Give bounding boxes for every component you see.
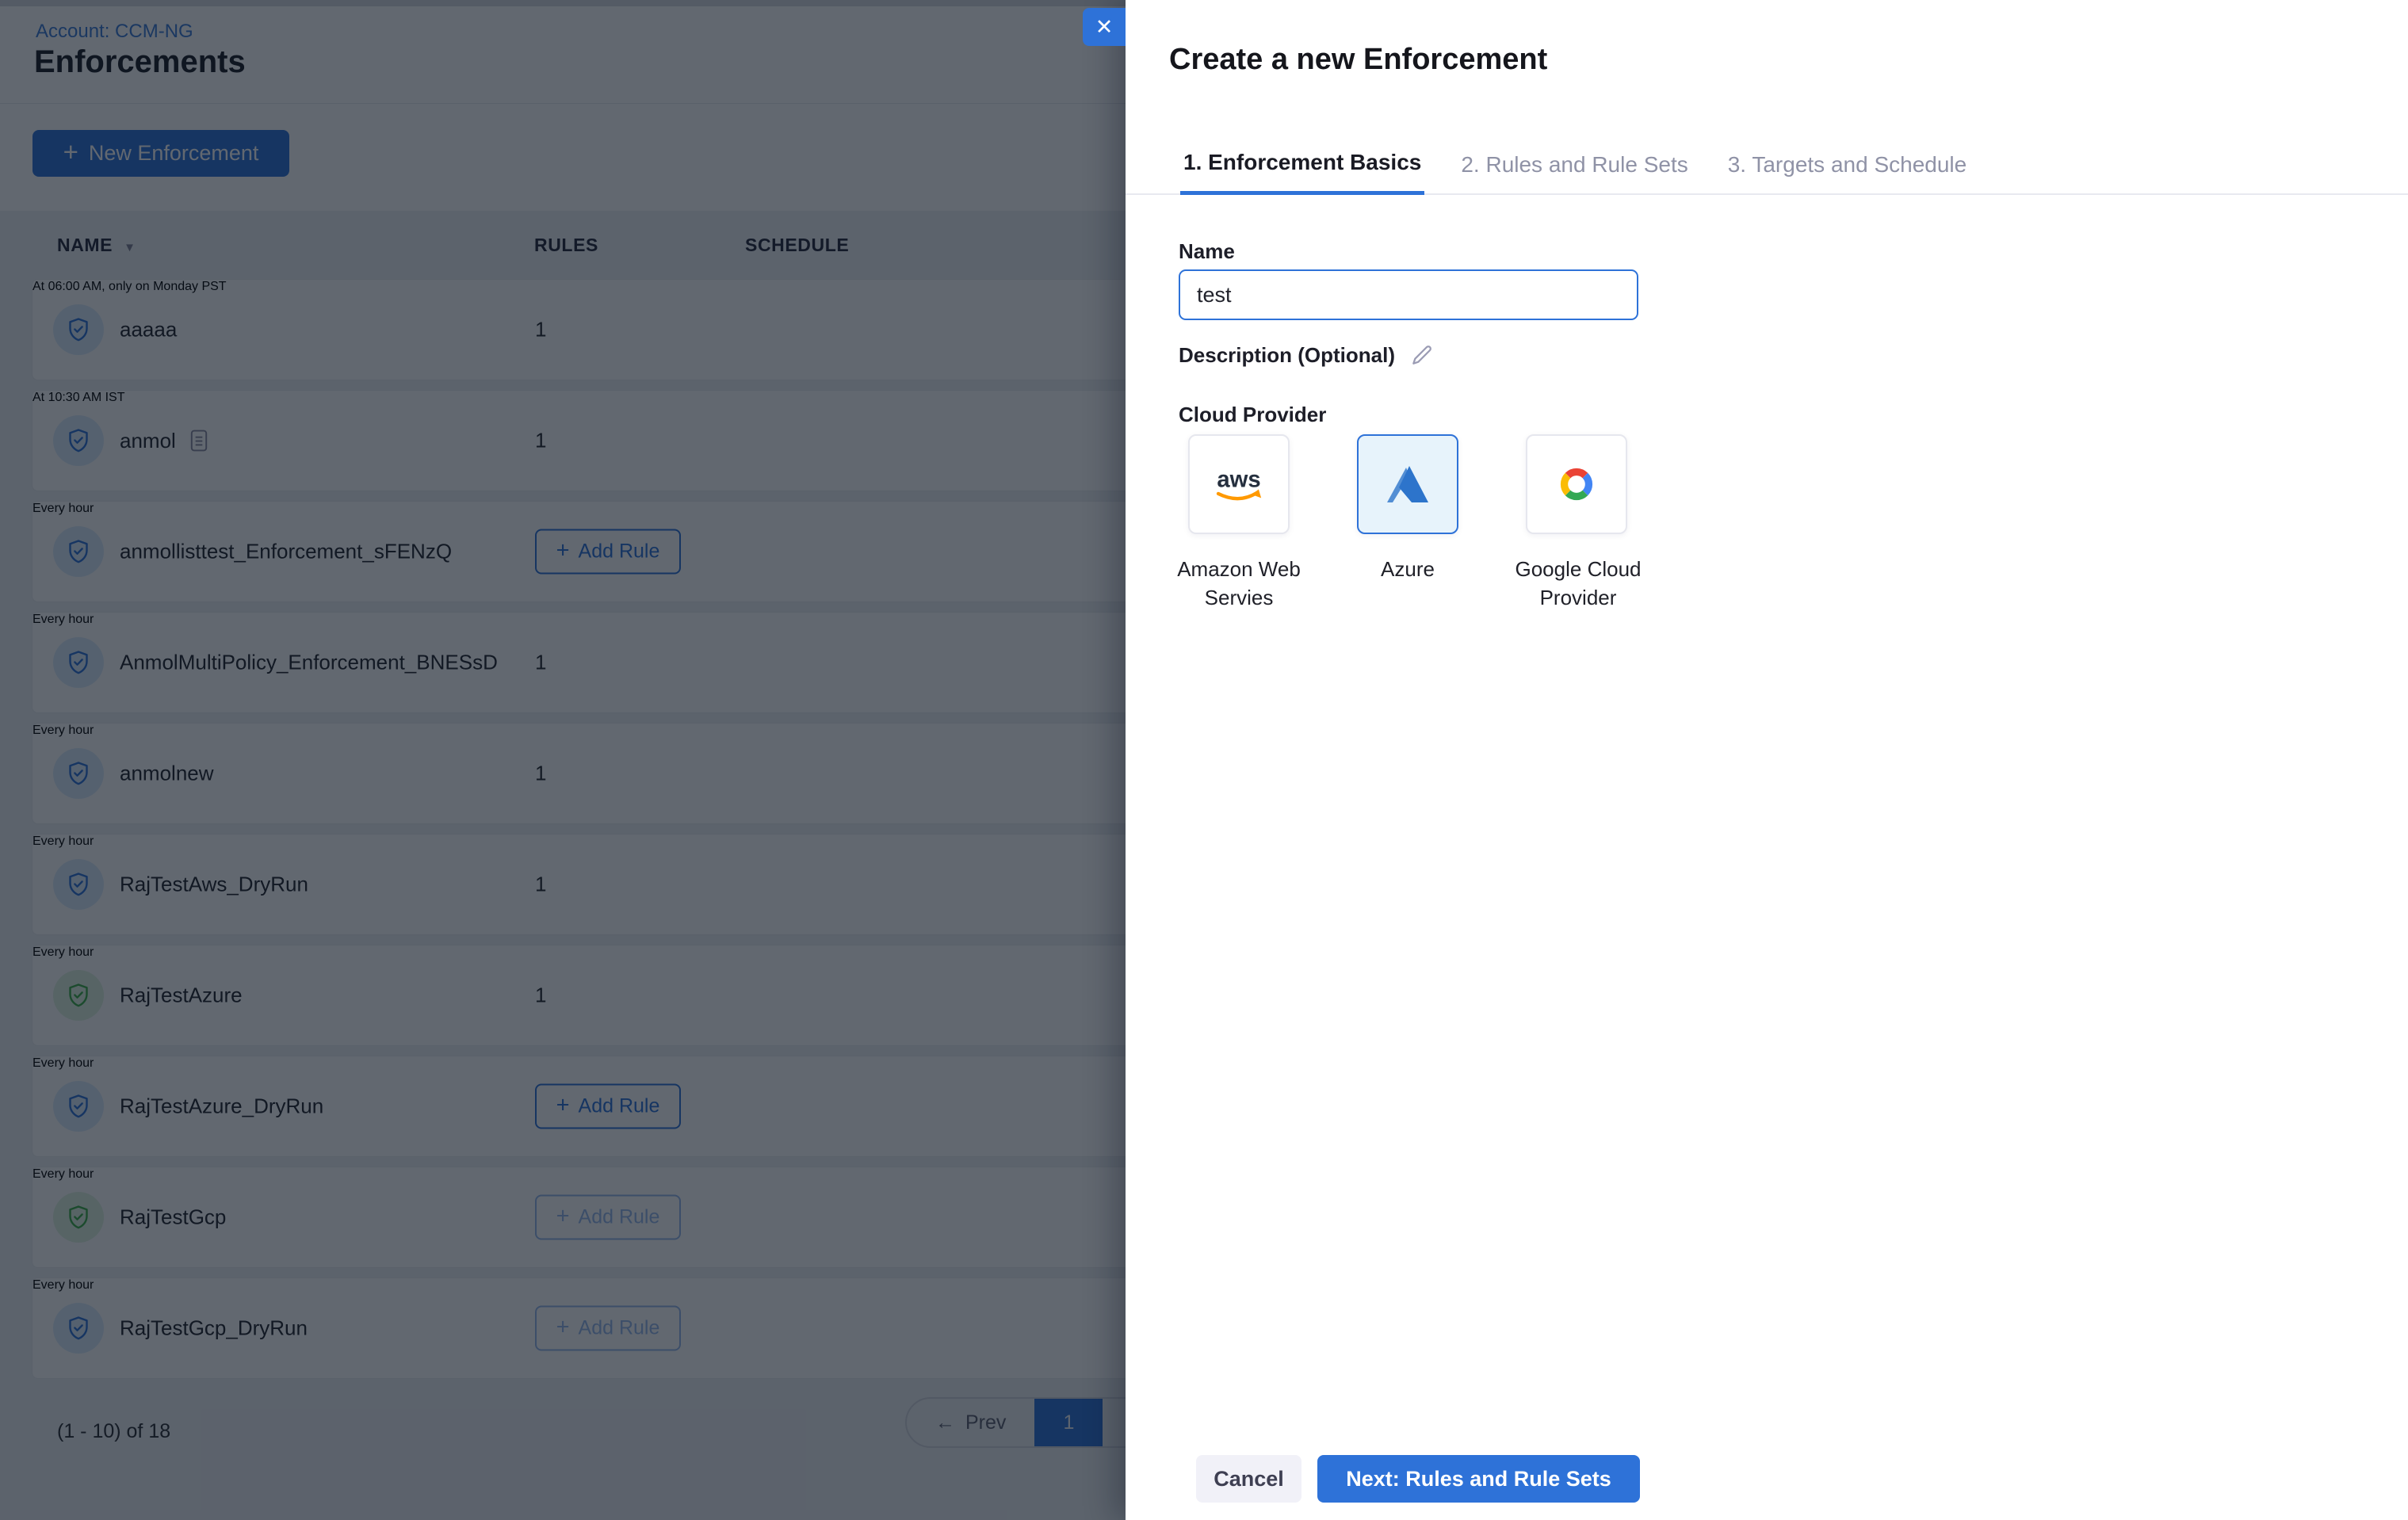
close-icon: ✕ [1095,14,1114,39]
cloud-provider-cards: aws [1188,434,1627,534]
app-root: Account: CCM-NG Enforcements + New Enfor… [0,0,2408,1520]
description-row: Description (Optional) [1179,342,1435,368]
tab-3[interactable]: 3. Targets and Schedule [1725,152,1970,193]
name-label: Name [1179,239,1235,263]
aws-logo: aws [1216,467,1262,501]
edit-description-icon[interactable] [1409,342,1435,368]
provider-card-azure[interactable] [1357,434,1458,534]
name-input[interactable] [1179,269,1638,320]
provider-card-aws[interactable]: aws [1188,434,1290,534]
azure-logo [1387,466,1428,502]
create-enforcement-drawer: ✕ Create a new Enforcement 1. Enforcemen… [1083,0,2408,1520]
provider-label-azure: Azure [1381,557,1435,581]
description-label: Description (Optional) [1179,342,1395,367]
provider-label-gcp: Google Cloud Provider [1515,557,1642,609]
provider-card-gcp[interactable] [1526,434,1627,534]
wizard-tabs: 1. Enforcement Basics 2. Rules and Rule S… [1126,136,2408,195]
svg-text:aws: aws [1217,467,1260,492]
tab-1[interactable]: 1. Enforcement Basics [1180,150,1425,195]
tab-2[interactable]: 2. Rules and Rule Sets [1458,152,1691,193]
google-cloud-logo [1560,468,1593,501]
close-drawer-button[interactable]: ✕ [1083,8,1126,46]
cloud-provider-label: Cloud Provider [1179,403,1327,426]
provider-label-aws: Amazon Web Servies [1177,557,1301,609]
next-button[interactable]: Next: Rules and Rule Sets [1317,1455,1640,1503]
drawer-title: Create a new Enforcement [1169,43,1548,76]
cancel-button[interactable]: Cancel [1196,1455,1301,1503]
